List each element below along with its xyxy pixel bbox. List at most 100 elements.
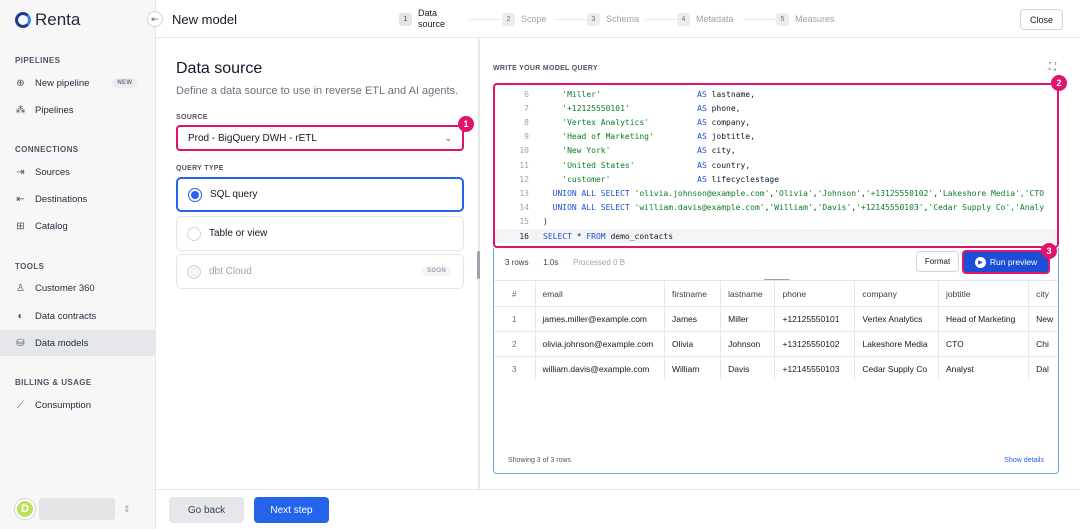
showing-rows-text: Showing 3 of 3 rows [508,457,572,464]
code-line[interactable]: 11 'United States' AS country, [495,158,1057,172]
sidebar-item-sources[interactable]: ⇥ Sources [0,159,156,185]
step-metadata[interactable]: 4 Metadata [677,13,734,26]
database-icon: ⛁ [16,337,25,349]
shield-icon: ◐ [17,310,24,322]
code-line[interactable]: 8 'Vertex Analytics' AS company, [495,115,1057,129]
sql-token: company, [706,117,751,127]
table-cell: Johnson [720,331,776,357]
source-select[interactable]: Prod - BigQuery DWH - rETL ⌄ [176,125,464,151]
source-select-value: Prod - BigQuery DWH - rETL [188,132,317,144]
code-text: 'United States' AS country, [543,161,750,170]
code-line[interactable]: 14 UNION ALL SELECT 'william.davis@examp… [495,201,1057,215]
sidebar-item-label: Catalog [35,220,68,232]
table-row[interactable]: 2 olivia.johnson@example.com Olivia John… [494,331,1058,357]
table-cell: Olivia [664,331,722,357]
step-data-source[interactable]: 1 Data source [399,8,445,30]
sql-string: ,'Analy [1010,203,1045,213]
step-schema[interactable]: 3 Schema [587,13,639,26]
section-label-connections: CONNECTIONS [15,145,79,154]
sidebar-item-label: New pipeline [35,77,90,89]
sql-token: country, [706,160,751,170]
sql-editor[interactable]: 6 'Miller' AS lastname, 7 '+12125550101' … [493,83,1059,248]
sidebar-item-customer-360[interactable]: ♙ Customer 360 [0,275,156,301]
format-button[interactable]: Format [916,251,959,272]
processed-bytes: Processed 0 B [573,258,626,267]
chevron-updown-icon: ⇕ [123,503,131,514]
table-cell: james.miller@example.com [535,306,665,332]
callout-badge-3: 3 [1041,243,1057,259]
sidebar-item-new-pipeline[interactable]: ⊕ New pipeline NEW [0,70,156,96]
separator-dot: · [534,258,538,267]
avatar: D [15,499,35,519]
sidebar-item-catalog[interactable]: ⊞ Catalog [0,213,156,239]
code-line[interactable]: 12 'customer' AS lifecyclestage [495,172,1057,186]
column-header: lastname [720,280,776,307]
sidebar-item-label: Pipelines [35,104,74,116]
step-connector [743,19,775,20]
expand-icon[interactable]: ⛶ [1049,62,1056,73]
step-number: 2 [502,13,515,26]
sql-string: 'Lakeshore Media' [938,188,1020,198]
step-label: Scope [521,14,547,24]
table-cell: Analyst [938,356,1030,380]
sidebar-item-data-contracts[interactable]: ◐ Data contracts [0,303,156,329]
callout-badge-2: 2 [1051,75,1067,91]
table-cell: 2 [494,331,536,357]
show-details-link[interactable]: Show details [1004,457,1044,464]
step-measures[interactable]: 5 Measures [776,13,835,26]
sql-keyword: AS [697,160,707,170]
sidebar-item-pipelines[interactable]: ⁂ Pipelines [0,97,156,123]
topbar: New model 1 Data source 2 Scope 3 Schema… [156,0,1080,38]
line-number: 8 [524,117,529,127]
query-type-table-or-view[interactable]: Table or view [176,216,464,251]
sql-string: 'olivia.johnson@example.com' [634,188,770,198]
close-button[interactable]: Close [1020,9,1063,30]
sidebar: Renta PIPELINES ⊕ New pipeline NEW ⁂ Pip… [0,0,156,529]
sidebar-item-consumption[interactable]: ⟋ Consumption [0,392,156,418]
table-row[interactable]: 3 william.davis@example.com William Davi… [494,356,1058,380]
code-line[interactable]: 7 '+12125550101' AS phone, [495,101,1057,115]
code-line[interactable]: 9 'Head of Marketing' AS jobtitle, [495,130,1057,144]
sidebar-item-destinations[interactable]: ⇤ Destinations [0,186,156,212]
query-type-label: QUERY TYPE [176,165,224,172]
sql-token: * [571,231,587,241]
query-type-label-text: SQL query [210,189,258,200]
line-number: 10 [519,146,529,156]
query-stats: 3 rows · 1.0s · Processed 0 B [505,258,625,267]
code-line[interactable]: 10 'New York' AS city, [495,144,1057,158]
rows-count: 3 rows [505,258,529,267]
logo-text: Renta [35,10,81,29]
code-text: '+12125550101' AS phone, [543,104,740,113]
destinations-icon: ⇤ [16,193,25,205]
code-text: UNION ALL SELECT 'olivia.johnson@example… [543,189,1044,198]
sidebar-item-data-models[interactable]: ⛁ Data models [0,330,156,356]
sql-keyword: AS [697,132,707,142]
code-text: 'customer' AS lifecyclestage [543,175,779,184]
table-cell: CTO [938,331,1030,357]
data-source-panel: Data source Define a data source to use … [156,39,478,489]
query-type-sql[interactable]: SQL query [176,177,464,212]
step-label-line2: source [418,19,446,29]
code-text: 'Vertex Analytics' AS company, [543,118,750,127]
code-line[interactable]: 16 SELECT * FROM demo_contacts [495,229,1057,243]
collapse-sidebar-button[interactable]: ⇤ [147,11,163,27]
user-menu[interactable]: D ⇕ [15,497,140,521]
code-line[interactable]: 13 UNION ALL SELECT 'olivia.johnson@exam… [495,186,1057,200]
column-header: phone [774,280,856,307]
next-step-button[interactable]: Next step [254,497,329,523]
step-scope[interactable]: 2 Scope [502,13,547,26]
results-table-wrapper: # email firstname lastname phone company… [494,280,1058,380]
go-back-button[interactable]: Go back [169,497,244,523]
code-line[interactable]: 6 'Miller' AS lastname, [495,87,1057,101]
table-row[interactable]: 1 james.miller@example.com James Miller … [494,306,1058,332]
logo[interactable]: Renta [15,10,80,30]
code-line[interactable]: 15) [495,215,1057,229]
step-label: Measures [795,14,835,24]
line-number: 15 [519,217,529,227]
query-panel: WRITE YOUR MODEL QUERY ⛶ 6 'Miller' AS l… [480,39,1080,489]
sql-keyword: SELECT [543,231,572,241]
run-preview-button[interactable]: ▶ Run preview [962,250,1050,274]
